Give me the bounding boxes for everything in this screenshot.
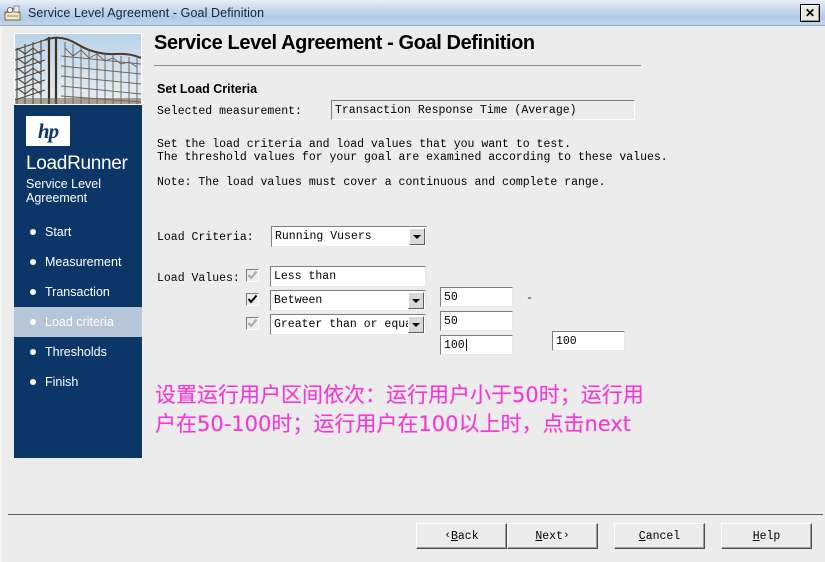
sidebar: hp LoadRunner Service Level Agreement St… [14, 33, 142, 458]
row-enable-checkbox[interactable] [246, 269, 259, 282]
sidebar-item-thresholds[interactable]: Thresholds [14, 337, 142, 367]
bullet-icon [30, 289, 36, 295]
hp-logo-text: hp [37, 118, 59, 143]
brand-subtitle: Service Level Agreement [26, 177, 102, 205]
chevron-down-icon[interactable] [408, 292, 424, 309]
load-value-row: Greater than or equal t 100 [246, 314, 806, 355]
brand-product-name: LoadRunner [26, 153, 128, 174]
sidebar-item-start[interactable]: Start [14, 217, 142, 247]
sidebar-item-label: Finish [45, 375, 79, 389]
sla-goal-definition-window: Service Level Agreement - Goal Definitio… [0, 0, 825, 562]
back-chevron-icon: ‹ [444, 530, 451, 542]
bullet-icon [30, 229, 36, 235]
load-criteria-dropdown[interactable]: Running Vusers [271, 226, 427, 247]
next-button[interactable]: Next › [507, 523, 598, 549]
bullet-icon [30, 379, 36, 385]
sidebar-item-label: Load criteria [45, 315, 114, 329]
next-accel: N [535, 529, 543, 543]
cancel-accel: C [638, 529, 646, 543]
hp-logo-icon: hp [26, 116, 70, 146]
sidebar-item-label: Measurement [45, 255, 122, 269]
bullet-icon [30, 259, 36, 265]
note-text: Note: The load values must cover a conti… [157, 176, 606, 189]
sidebar-item-label: Thresholds [45, 345, 107, 359]
row-enable-checkbox[interactable] [246, 317, 259, 330]
description-text: Set the load criteria and load values th… [157, 138, 668, 164]
sidebar-item-transaction[interactable]: Transaction [14, 277, 142, 307]
criterion-field: Less than [270, 266, 426, 287]
rollercoaster-photo [14, 33, 142, 105]
load-value-text: 100 [444, 338, 465, 352]
close-icon[interactable]: ✕ [800, 3, 820, 22]
load-criteria-value: Running Vusers [275, 230, 372, 243]
window-body: hp LoadRunner Service Level Agreement St… [0, 26, 825, 562]
next-chevron-icon: › [563, 530, 570, 542]
sla-wizard-icon [4, 4, 22, 22]
sidebar-item-load-criteria[interactable]: Load criteria [14, 307, 142, 337]
wizard-step-nav: Start Measurement Transaction Load crite… [14, 217, 142, 397]
load-value-row: Between 50 - 100 [246, 290, 806, 351]
back-rest: ack [457, 529, 479, 543]
bullet-icon [30, 349, 36, 355]
content-pane: Service Level Agreement - Goal Definitio… [154, 26, 814, 562]
range-dash: - [526, 292, 533, 305]
chevron-down-icon[interactable] [408, 316, 424, 333]
load-value-row: Less than 50 [246, 266, 806, 307]
criterion-value: Greater than or equal t [274, 318, 426, 331]
back-accel: B [450, 529, 458, 543]
wizard-button-bar: ‹ Back Next › Cancel Help [416, 523, 812, 549]
sidebar-brand-panel: hp LoadRunner Service Level Agreement St… [14, 105, 142, 458]
help-accel: H [752, 529, 760, 543]
next-rest: ext [542, 529, 563, 543]
sidebar-item-finish[interactable]: Finish [14, 367, 142, 397]
help-rest: elp [759, 529, 781, 543]
title-bar: Service Level Agreement - Goal Definitio… [0, 0, 825, 26]
text-caret [465, 339, 467, 351]
sidebar-item-label: Start [45, 225, 72, 239]
row-enable-checkbox[interactable] [246, 293, 259, 306]
bullet-icon [30, 319, 36, 325]
back-button[interactable]: ‹ Back [416, 523, 507, 549]
title-divider [154, 65, 641, 66]
load-criteria-label: Load Criteria: [157, 231, 254, 244]
sidebar-item-label: Transaction [45, 285, 110, 299]
section-title: Set Load Criteria [157, 82, 258, 96]
window-title: Service Level Agreement - Goal Definitio… [28, 5, 265, 20]
criterion-dropdown[interactable]: Between [270, 290, 426, 311]
criterion-dropdown[interactable]: Greater than or equal t [270, 314, 426, 335]
load-values-label: Load Values: [157, 272, 240, 285]
criterion-value: Between [274, 294, 323, 307]
cancel-button[interactable]: Cancel [614, 523, 705, 549]
chevron-down-icon[interactable] [409, 228, 425, 245]
criterion-value: Less than [274, 270, 337, 283]
selected-measurement-label: Selected measurement: [157, 105, 302, 118]
page-title: Service Level Agreement - Goal Definitio… [154, 32, 535, 54]
selected-measurement-value: Transaction Response Time (Average) [331, 100, 635, 120]
load-values-rows: Less than 50 Between 50 - 100 Greater th… [246, 266, 806, 355]
load-value-input[interactable]: 100 [440, 335, 513, 355]
sidebar-item-measurement[interactable]: Measurement [14, 247, 142, 277]
help-button[interactable]: Help [721, 523, 812, 549]
footer-bar: ‹ Back Next › Cancel Help [2, 515, 825, 562]
annotation-text: 设置运行用户区间依次：运行用户小于50时；运行用户在50-100时；运行用户在1… [155, 383, 644, 436]
cancel-rest: ancel [645, 529, 681, 543]
